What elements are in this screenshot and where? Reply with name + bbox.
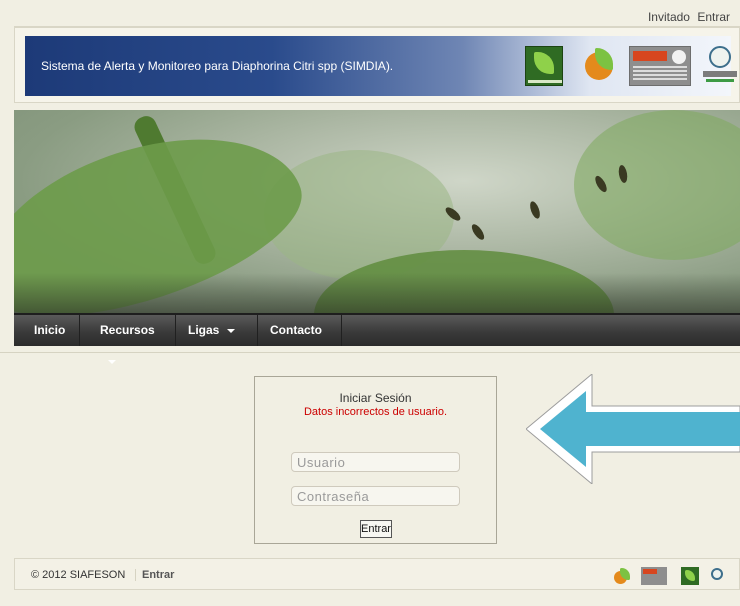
site-title: Sistema de Alerta y Monitoreo para Diaph…	[41, 59, 394, 73]
login-form: Iniciar Sesión Datos incorrectos de usua…	[254, 376, 497, 544]
hoja-footer-icon	[613, 567, 631, 585]
nav-label: Recursos	[100, 323, 155, 337]
login-submit-button[interactable]: Entrar	[360, 520, 392, 538]
footer-login-link[interactable]: Entrar	[135, 569, 174, 581]
senasica-logo	[701, 46, 737, 86]
banner: Sistema de Alerta y Monitoreo para Diaph…	[25, 36, 737, 96]
senasica-footer-icon	[708, 567, 726, 585]
username-input[interactable]	[292, 453, 459, 471]
guest-label: Invitado	[647, 10, 690, 24]
login-error-message: Datos incorrectos de usuario.	[303, 406, 448, 418]
nav-item-contacto[interactable]: Contacto	[258, 315, 342, 346]
caret-down-icon	[227, 328, 236, 333]
sagarpa-logo	[629, 46, 691, 86]
top-bar: Invitado Entrar	[14, 0, 740, 27]
hoja-logo	[581, 46, 617, 86]
nav-item-inicio[interactable]: Inicio	[22, 315, 80, 346]
site-header: Sistema de Alerta y Monitoreo para Diaph…	[14, 27, 740, 103]
hero-image	[14, 110, 740, 313]
copyright-text: © 2012 SIAFESON	[31, 569, 126, 581]
siafeson-footer-icon	[681, 567, 699, 585]
nav-label: Inicio	[34, 323, 66, 337]
main-nav: Inicio Recursos Ligas Contacto	[14, 313, 740, 364]
nav-label: Contacto	[270, 323, 322, 337]
login-title: Iniciar Sesión	[339, 391, 412, 405]
nav-item-ligas[interactable]: Ligas	[176, 315, 258, 346]
user-status: Invitado Entrar	[644, 10, 730, 24]
username-field-wrapper	[291, 452, 460, 472]
site-footer: © 2012 SIAFESON Entrar	[14, 558, 740, 590]
sagarpa-footer-icon	[641, 567, 667, 585]
nav-label: Ligas	[188, 323, 220, 337]
nav-item-recursos[interactable]: Recursos	[88, 315, 176, 364]
top-login-link[interactable]: Entrar	[697, 10, 730, 24]
password-field-wrapper	[291, 486, 460, 506]
left-arrow-icon	[526, 374, 740, 484]
siafeson-logo	[525, 46, 563, 86]
password-input[interactable]	[292, 487, 459, 505]
